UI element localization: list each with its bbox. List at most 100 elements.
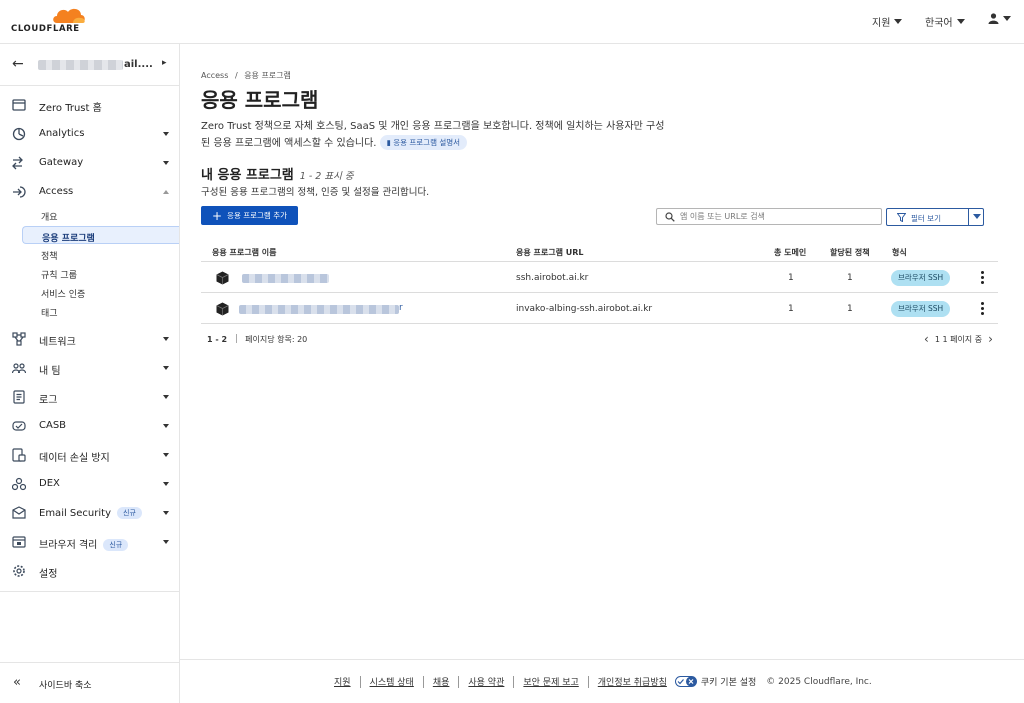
- app-name-redacted: [242, 274, 329, 283]
- header-type[interactable]: 형식: [892, 247, 907, 258]
- sidebar-item-network[interactable]: 네트워크: [0, 327, 179, 351]
- search-input[interactable]: [680, 210, 875, 223]
- footer-link-security-report[interactable]: 보안 문제 보고: [523, 675, 578, 688]
- sidebar-item-label: 내 팀: [39, 366, 61, 377]
- prev-page-icon[interactable]: ‹: [924, 332, 929, 346]
- sidebar-item-dlp[interactable]: 데이터 손실 방지: [0, 443, 179, 467]
- user-menu[interactable]: [988, 13, 1011, 24]
- table-row[interactable]: r invako-albing-ssh.airobot.ai.kr 1 1 브라…: [201, 294, 998, 324]
- breadcrumb-access[interactable]: Access: [201, 71, 228, 80]
- chevron-down-icon: [163, 482, 169, 486]
- chevron-down-icon: [163, 337, 169, 341]
- sidebar-item-zero-trust-home[interactable]: Zero Trust 홈: [0, 93, 179, 117]
- sidebar-item-analytics[interactable]: Analytics: [0, 122, 179, 146]
- cookie-preferences[interactable]: 쿠키 기본 설정: [674, 675, 756, 688]
- filter-view-button[interactable]: 필터 보기: [886, 208, 984, 226]
- casb-icon: [12, 421, 26, 431]
- page-description: Zero Trust 정책으로 자체 호스팅, SaaS 및 개인 응용 프로그…: [201, 118, 691, 152]
- app-name-tail[interactable]: r: [399, 303, 403, 313]
- chevron-down-icon: [894, 19, 903, 24]
- footer-separator: [458, 675, 460, 688]
- new-badge: 신규: [117, 507, 142, 519]
- sidebar: ← ail.... ▸ Zero Trust 홈 Analytics Gatew…: [0, 44, 180, 703]
- footer-link-support[interactable]: 지원: [334, 675, 351, 688]
- app-domains: 1: [788, 273, 794, 283]
- new-badge: 신규: [103, 539, 129, 551]
- filter-view-label: 필터 보기: [911, 214, 941, 223]
- chevron-down-icon: [163, 453, 169, 457]
- access-icon: [13, 186, 26, 198]
- analytics-icon: [12, 127, 26, 141]
- sidebar-item-email-security[interactable]: Email Security 신규: [0, 501, 179, 525]
- header-app-url[interactable]: 응용 프로그램 URL: [516, 247, 583, 258]
- sidebar-item-logs[interactable]: 로그: [0, 385, 179, 409]
- plus-icon: +: [211, 208, 223, 223]
- sidebar-subitem-rule-groups[interactable]: 규칙 그룹: [22, 264, 179, 282]
- table-row[interactable]: ssh.airobot.ai.kr 1 1 브라우저 SSH: [201, 263, 998, 293]
- type-badge: 브라우저 SSH: [891, 270, 951, 286]
- type-badge: 브라우저 SSH: [891, 301, 951, 317]
- sidebar-subitem-service-auth[interactable]: 서비스 인증: [22, 283, 179, 301]
- row-actions-icon[interactable]: [977, 300, 987, 318]
- sidebar-item-settings[interactable]: 설정: [0, 559, 179, 583]
- sidebar-item-label: 네트워크: [39, 337, 76, 348]
- cloudflare-logo[interactable]: CLOUDFLARE: [11, 6, 87, 36]
- support-label: 지원: [872, 18, 891, 29]
- language-menu[interactable]: 한국어: [925, 14, 965, 29]
- sidebar-subitem-applications[interactable]: 응용 프로그램: [22, 226, 179, 244]
- sidebar-subitem-label: 규칙 그룹: [41, 271, 77, 281]
- sidebar-item-label: 로그: [39, 395, 58, 406]
- header-assigned-policies[interactable]: 할당된 정책: [830, 247, 870, 258]
- dlp-icon: [12, 448, 26, 462]
- logo-text: CLOUDFLARE: [11, 24, 80, 34]
- sidebar-item-casb[interactable]: CASB: [0, 414, 179, 438]
- sidebar-item-browser-isolation[interactable]: 브라우저 격리 신규: [0, 530, 179, 554]
- footer-link-system-status[interactable]: 시스템 상태: [370, 675, 414, 688]
- page-title: 응용 프로그램: [201, 88, 319, 112]
- sidebar-subitem-label: 정책: [41, 252, 58, 262]
- book-icon: ▮: [386, 138, 391, 147]
- sidebar-item-label: Zero Trust 홈: [39, 103, 102, 114]
- sidebar-subitem-tags[interactable]: 태그: [22, 302, 179, 320]
- header-app-name[interactable]: 응용 프로그램 이름: [212, 247, 276, 258]
- row-actions-icon[interactable]: [977, 269, 987, 287]
- section-description: 구성된 응용 프로그램의 정책, 인증 및 설정을 관리합니다.: [201, 187, 430, 198]
- app-url: invako-albing-ssh.airobot.ai.kr: [516, 304, 653, 314]
- sidebar-item-access[interactable]: Access: [0, 180, 179, 204]
- footer-link-terms[interactable]: 사용 약관: [468, 675, 504, 688]
- footer-link-careers[interactable]: 채용: [433, 675, 450, 688]
- account-switcher[interactable]: ← ail.... ▸: [0, 44, 179, 86]
- header-total-domains[interactable]: 총 도메인: [774, 247, 806, 258]
- next-page-icon[interactable]: ›: [988, 332, 993, 346]
- support-menu[interactable]: 지원: [872, 14, 903, 29]
- search-box[interactable]: [656, 208, 882, 225]
- docs-link[interactable]: ▮ 응용 프로그램 설명서: [379, 135, 468, 150]
- footer-separator: [587, 675, 589, 688]
- language-label: 한국어: [925, 18, 953, 29]
- sidebar-collapse-button[interactable]: « 사이드바 축소: [0, 662, 179, 703]
- user-icon: [988, 13, 999, 24]
- footer-links: 지원 시스템 상태 채용 사용 약관 보안 문제 보고 개인정보 취급방침 쿠키…: [334, 675, 872, 688]
- sidebar-subitem-overview[interactable]: 개요: [22, 206, 179, 224]
- back-arrow-icon[interactable]: ←: [12, 56, 24, 72]
- filter-dropdown-toggle[interactable]: [968, 208, 984, 226]
- sidebar-item-my-team[interactable]: 내 팀: [0, 356, 179, 380]
- sidebar-subitem-label: 개요: [41, 213, 58, 223]
- items-per-page[interactable]: 페이지당 항목: 20: [245, 335, 307, 344]
- description-line-2: 된 응용 프로그램에 액세스할 수 있습니다.: [201, 138, 377, 149]
- sidebar-item-gateway[interactable]: Gateway: [0, 151, 179, 175]
- filter-icon: [897, 213, 906, 222]
- sidebar-subitem-policies[interactable]: 정책: [22, 245, 179, 263]
- add-application-button[interactable]: + 응용 프로그램 추가: [201, 206, 298, 225]
- chevron-down-icon: [163, 540, 169, 544]
- app-box-icon: [216, 302, 229, 316]
- add-application-label: 응용 프로그램 추가: [227, 211, 288, 220]
- sidebar-item-label: CASB: [39, 420, 67, 431]
- sidebar-item-dex[interactable]: DEX: [0, 472, 179, 496]
- sidebar-item-label: Email Security: [39, 508, 111, 519]
- pagination-range: 1 - 2: [207, 335, 228, 344]
- email-icon: [12, 506, 26, 519]
- sidebar-item-label: 설정: [39, 569, 58, 580]
- chevron-down-icon: [163, 511, 169, 515]
- footer-link-privacy[interactable]: 개인정보 취급방침: [598, 675, 667, 688]
